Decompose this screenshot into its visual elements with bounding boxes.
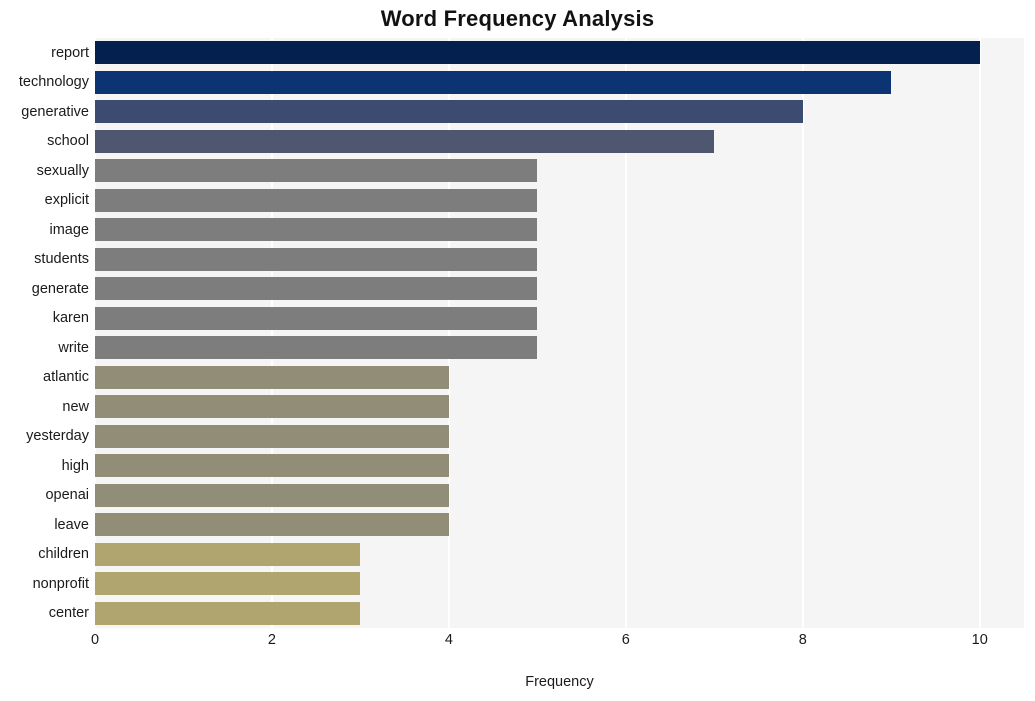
y-tick-label-new: new: [62, 398, 89, 415]
bar-nonprofit: [95, 572, 361, 596]
bar-technology: [95, 70, 892, 94]
y-tick-label-karen: karen: [52, 310, 89, 327]
x-axis-tick-labels: 0 2 4 6 8 10: [91, 632, 1024, 654]
y-tick-label-technology: technology: [18, 74, 89, 91]
bar-leave: [95, 513, 449, 537]
page-title: Word Frequency Analysis: [380, 6, 655, 31]
bar-high: [95, 454, 449, 478]
bar-write: [95, 336, 538, 360]
y-tick-label-center: center: [48, 605, 89, 622]
y-tick-label-explicit: explicit: [44, 192, 89, 209]
bar-atlantic: [95, 365, 449, 389]
y-tick-label-sexually: sexually: [36, 162, 89, 179]
bar-openai: [95, 483, 449, 507]
y-tick-label-openai: openai: [45, 487, 89, 504]
x-tick-label-2: 2: [267, 632, 276, 648]
y-tick-label-high: high: [61, 457, 89, 474]
bar-generative: [95, 100, 803, 124]
y-tick-label-school: school: [47, 133, 89, 150]
bar-yesterday: [95, 424, 449, 448]
y-tick-label-yesterday: yesterday: [26, 428, 89, 445]
x-axis-title: Frequency: [525, 674, 594, 690]
x-tick-label-4: 4: [444, 632, 453, 648]
y-tick-label-nonprofit: nonprofit: [32, 575, 89, 592]
x-tick-label-8: 8: [798, 632, 807, 648]
y-tick-label-students: students: [34, 251, 89, 268]
bar-report: [95, 41, 980, 65]
bar-generate: [95, 277, 538, 301]
chart-figure: Word Frequency Analysis report technology…: [0, 0, 1035, 701]
y-tick-label-generate: generate: [31, 280, 89, 297]
y-tick-label-image: image: [49, 221, 90, 238]
y-tick-label-generative: generative: [21, 103, 89, 120]
bar-series: [95, 38, 1024, 628]
x-tick-label-10: 10: [971, 632, 988, 648]
bar-students: [95, 247, 538, 271]
bar-children: [95, 542, 361, 566]
bar-new: [95, 395, 449, 419]
y-tick-label-leave: leave: [54, 516, 89, 533]
y-tick-label-write: write: [58, 339, 89, 356]
y-tick-label-atlantic: atlantic: [43, 369, 89, 386]
bar-sexually: [95, 159, 538, 183]
x-tick-label-0: 0: [90, 632, 100, 648]
y-tick-label-children: children: [38, 546, 89, 563]
bar-image: [95, 218, 538, 242]
bar-center: [95, 601, 361, 625]
bar-school: [95, 129, 715, 153]
y-tick-label-report: report: [51, 44, 89, 61]
x-tick-label-6: 6: [621, 632, 630, 648]
bar-karen: [95, 306, 538, 330]
plot-area: [95, 38, 1024, 628]
bar-explicit: [95, 188, 538, 212]
y-axis-tick-labels: report technology generative school sexually…: [0, 38, 89, 628]
